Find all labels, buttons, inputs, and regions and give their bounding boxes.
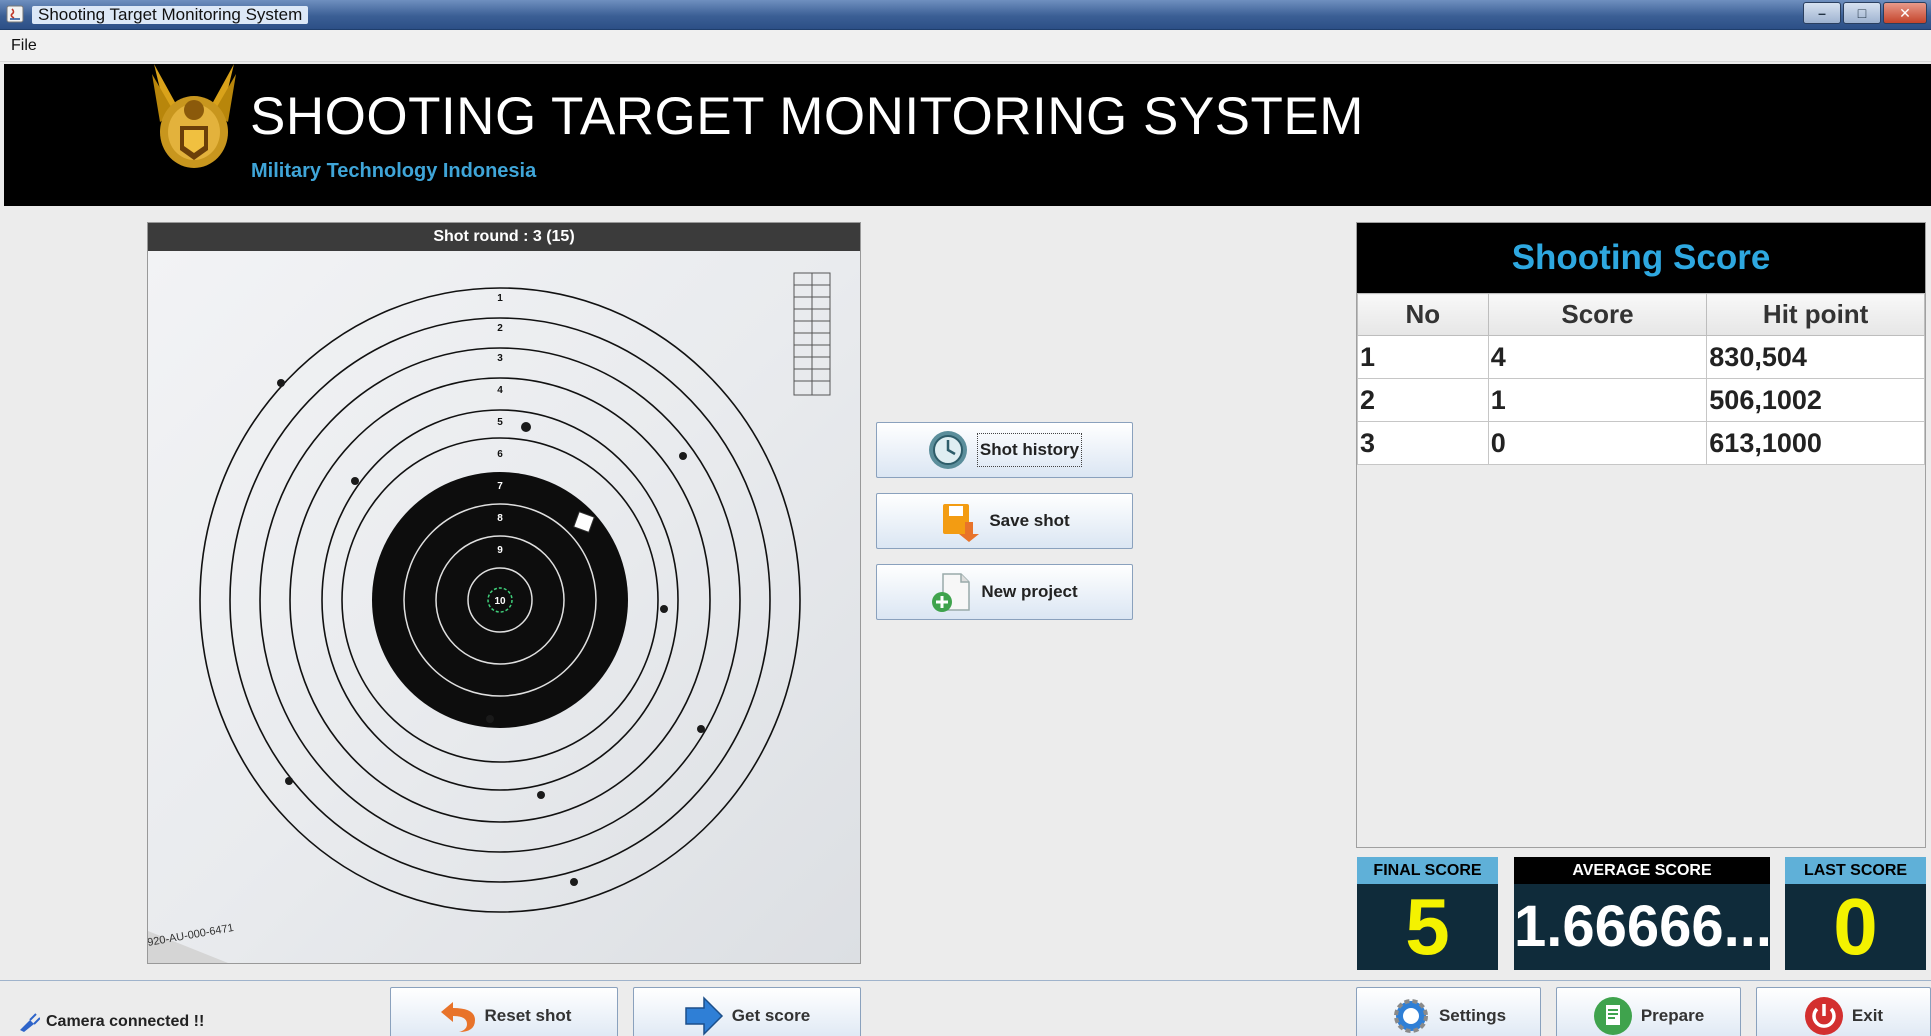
save-shot-button[interactable]: Save shot: [876, 493, 1133, 549]
shot-round-label: Shot round : 3 (15): [148, 223, 860, 251]
status-text: Camera connected !!: [46, 1013, 205, 1030]
history-clock-icon: [928, 431, 967, 469]
cell-no: 2: [1357, 378, 1489, 422]
window-titlebar: Shooting Target Monitoring System – □ ✕: [0, 0, 1931, 30]
divider: [0, 980, 1931, 981]
column-header[interactable]: No: [1357, 293, 1489, 336]
score-title: Shooting Score: [1357, 223, 1925, 293]
cell-no: 3: [1357, 421, 1489, 465]
camera-plug-icon: [20, 1013, 40, 1032]
cell-hit-point: 613,1000: [1706, 421, 1925, 465]
score-table: No Score Hit point 1 4 830,504 2 1 506,1…: [1357, 293, 1925, 465]
target-view: Shot round : 3 (15) 1 2 3 4 5 6 7 8 9 10…: [147, 222, 861, 964]
cell-hit-point: 506,1002: [1706, 378, 1925, 422]
ring-number: 1: [497, 293, 503, 304]
last-score-box: LAST SCORE 0: [1785, 857, 1926, 970]
cell-score: 0: [1487, 421, 1708, 465]
power-icon: [1804, 997, 1843, 1035]
table-row[interactable]: 2 1 506,1002: [1357, 378, 1925, 422]
shot-history-label: Shot history: [976, 433, 1083, 467]
final-score-label: FINAL SCORE: [1357, 857, 1498, 884]
new-project-button[interactable]: New project: [876, 564, 1133, 620]
ring-number: 4: [497, 385, 503, 396]
table-row[interactable]: 3 0 613,1000: [1357, 421, 1925, 465]
last-score-label: LAST SCORE: [1785, 857, 1926, 884]
ring-number: 3: [497, 353, 503, 364]
maximize-button[interactable]: □: [1843, 2, 1881, 24]
last-score-value: 0: [1833, 882, 1878, 971]
menu-file[interactable]: File: [11, 37, 37, 55]
ring-number: 9: [497, 545, 503, 556]
undo-arrow-icon: [440, 1002, 475, 1032]
prepare-document-icon: [1593, 997, 1632, 1035]
ring-number: 6: [497, 449, 503, 460]
window-title: Shooting Target Monitoring System: [32, 6, 309, 24]
reset-shot-button[interactable]: Reset shot: [390, 987, 618, 1036]
ring-number: 10: [494, 596, 506, 607]
settings-button[interactable]: Settings: [1356, 987, 1541, 1036]
target-image: 1 2 3 4 5 6 7 8 9 10 920-AU-000-6471: [148, 251, 860, 963]
ring-number: 2: [497, 323, 503, 334]
get-score-button[interactable]: Get score: [633, 987, 861, 1036]
cell-score: 4: [1487, 335, 1708, 379]
average-score-value: 1.66666...: [1514, 894, 1770, 959]
average-score-box: AVERAGE SCORE 1.66666...: [1514, 857, 1770, 970]
java-icon: [6, 5, 24, 23]
exit-label: Exit: [1851, 1006, 1884, 1025]
cell-no: 1: [1357, 335, 1489, 379]
gear-icon: [1393, 999, 1428, 1033]
exit-button[interactable]: Exit: [1756, 987, 1931, 1036]
right-arrow-icon: [685, 996, 723, 1036]
app-title: SHOOTING TARGET MONITORING SYSTEM: [250, 87, 1364, 146]
settings-label: Settings: [1438, 1006, 1507, 1025]
minimize-button[interactable]: –: [1803, 2, 1841, 24]
new-project-label: New project: [981, 582, 1078, 601]
header-banner: SHOOTING TARGET MONITORING SYSTEM Milita…: [4, 64, 1931, 206]
final-score-value: 5: [1405, 882, 1450, 971]
shot-history-button[interactable]: Shot history: [876, 422, 1133, 478]
score-panel: Shooting Score No Score Hit point 1 4 83…: [1356, 222, 1926, 848]
prepare-label: Prepare: [1640, 1006, 1705, 1025]
ring-number: 5: [497, 417, 503, 428]
status-bar: Camera connected !!: [18, 1012, 204, 1032]
reset-shot-label: Reset shot: [484, 1006, 572, 1025]
ring-number: 7: [497, 481, 503, 492]
cell-score: 1: [1487, 378, 1708, 422]
cell-hit-point: 830,504: [1706, 335, 1925, 379]
new-document-icon: [932, 573, 971, 612]
get-score-label: Get score: [731, 1006, 811, 1025]
final-score-box: FINAL SCORE 5: [1357, 857, 1498, 970]
save-icon: [943, 504, 980, 542]
table-row[interactable]: 1 4 830,504: [1357, 335, 1925, 379]
ring-number: 8: [497, 513, 503, 524]
menu-bar: File: [0, 30, 1931, 62]
eagle-emblem-icon: [152, 64, 236, 168]
app-subtitle: Military Technology Indonesia: [251, 160, 537, 182]
average-score-label: AVERAGE SCORE: [1514, 857, 1770, 884]
column-header[interactable]: Score: [1487, 293, 1708, 336]
save-shot-label: Save shot: [989, 511, 1070, 530]
column-header[interactable]: Hit point: [1706, 293, 1925, 336]
close-window-button[interactable]: ✕: [1883, 2, 1927, 24]
prepare-button[interactable]: Prepare: [1556, 987, 1741, 1036]
